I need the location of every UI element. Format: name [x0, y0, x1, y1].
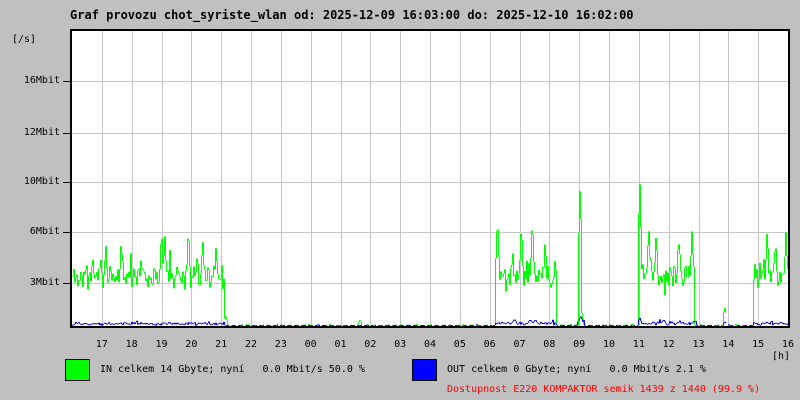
legend-in-label: IN celkem 14 Gbyte; nyní 0.0 Mbit/s 50.0…	[100, 364, 365, 375]
y-tick-label: 3Mbit	[29, 277, 60, 288]
y-tick-label: 12Mbit	[23, 127, 60, 138]
x-tick-label: 10	[602, 339, 616, 350]
y-tick-mark	[63, 81, 70, 82]
x-tick-label: 04	[423, 339, 437, 350]
x-tick-label: 15	[752, 339, 765, 350]
x-tick-label: 23	[274, 339, 287, 350]
y-tick-mark	[63, 232, 70, 233]
x-tick-label: 20	[185, 339, 198, 350]
x-axis-unit-label: [h]	[771, 351, 790, 362]
x-tick-label: 21	[215, 339, 228, 350]
x-tick-label: 16	[781, 339, 795, 350]
x-tick-label: 00	[304, 339, 317, 350]
graph-title: Graf provozu chot_syriste_wlan od: 2025-…	[70, 8, 634, 22]
x-tick-label: 06	[483, 339, 496, 350]
x-tick-label: 08	[543, 339, 556, 350]
y-tick-label: 16Mbit	[23, 75, 60, 86]
x-tick-label: 02	[364, 339, 377, 350]
traffic-chart	[72, 31, 788, 326]
traffic-graph-plot-area	[70, 29, 790, 328]
legend-out-color-swatch	[412, 359, 437, 381]
y-tick-mark	[63, 283, 70, 284]
legend-in-color-swatch	[65, 359, 90, 381]
x-tick-label: 13	[692, 339, 705, 350]
x-tick-label: 12	[662, 339, 675, 350]
y-tick-label: 6Mbit	[29, 226, 60, 237]
y-axis-unit-label: [/s]	[12, 34, 37, 45]
x-tick-label: 09	[573, 339, 586, 350]
y-tick-label: 10Mbit	[23, 176, 60, 187]
legend-out-label: OUT celkem 0 Gbyte; nyní 0.0 Mbit/s 2.1 …	[447, 364, 706, 375]
availability-status-text: Dostupnost E220 KOMPAKTOR semik 1439 z 1…	[447, 384, 761, 395]
x-tick-label: 05	[453, 339, 466, 350]
x-tick-label: 18	[125, 339, 138, 350]
x-tick-label: 11	[632, 339, 645, 350]
x-tick-label: 14	[722, 339, 735, 350]
x-tick-label: 07	[513, 339, 526, 350]
x-tick-label: 17	[95, 339, 108, 350]
y-tick-mark	[63, 182, 70, 183]
y-tick-mark	[63, 133, 70, 134]
x-tick-label: 22	[244, 339, 258, 350]
x-tick-label: 01	[334, 339, 347, 350]
x-tick-label: 03	[394, 339, 407, 350]
x-tick-label: 19	[155, 339, 168, 350]
